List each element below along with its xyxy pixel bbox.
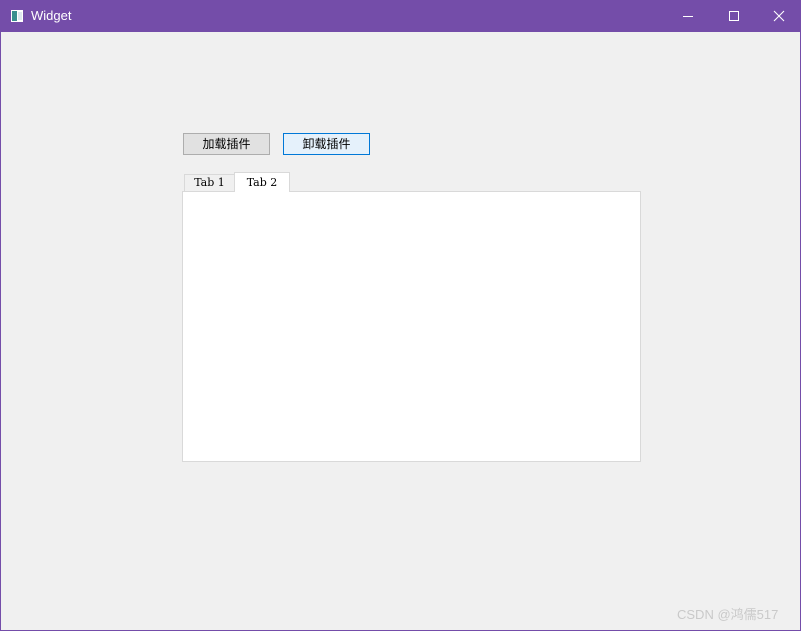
close-button[interactable] — [756, 0, 801, 32]
title-bar[interactable]: Widget — [1, 0, 801, 32]
tab-content-pane — [182, 191, 641, 462]
watermark-text: CSDN @鸿儒517 — [677, 607, 779, 622]
maximize-icon — [729, 11, 739, 21]
minimize-icon — [683, 16, 693, 17]
window-title: Widget — [31, 8, 72, 23]
app-icon — [11, 10, 23, 22]
load-plugin-button[interactable]: 加载插件 — [183, 133, 270, 155]
tab-2[interactable]: Tab 2 — [234, 172, 290, 192]
unload-plugin-button[interactable]: 卸载插件 — [283, 133, 370, 155]
app-window: Widget 加载插件 卸载插件 Tab 1 Tab 2 CSDN @鸿儒517 — [0, 0, 801, 631]
close-icon — [773, 10, 785, 22]
minimize-button[interactable] — [665, 0, 711, 32]
tab-1[interactable]: Tab 1 — [184, 174, 235, 191]
maximize-button[interactable] — [711, 0, 757, 32]
